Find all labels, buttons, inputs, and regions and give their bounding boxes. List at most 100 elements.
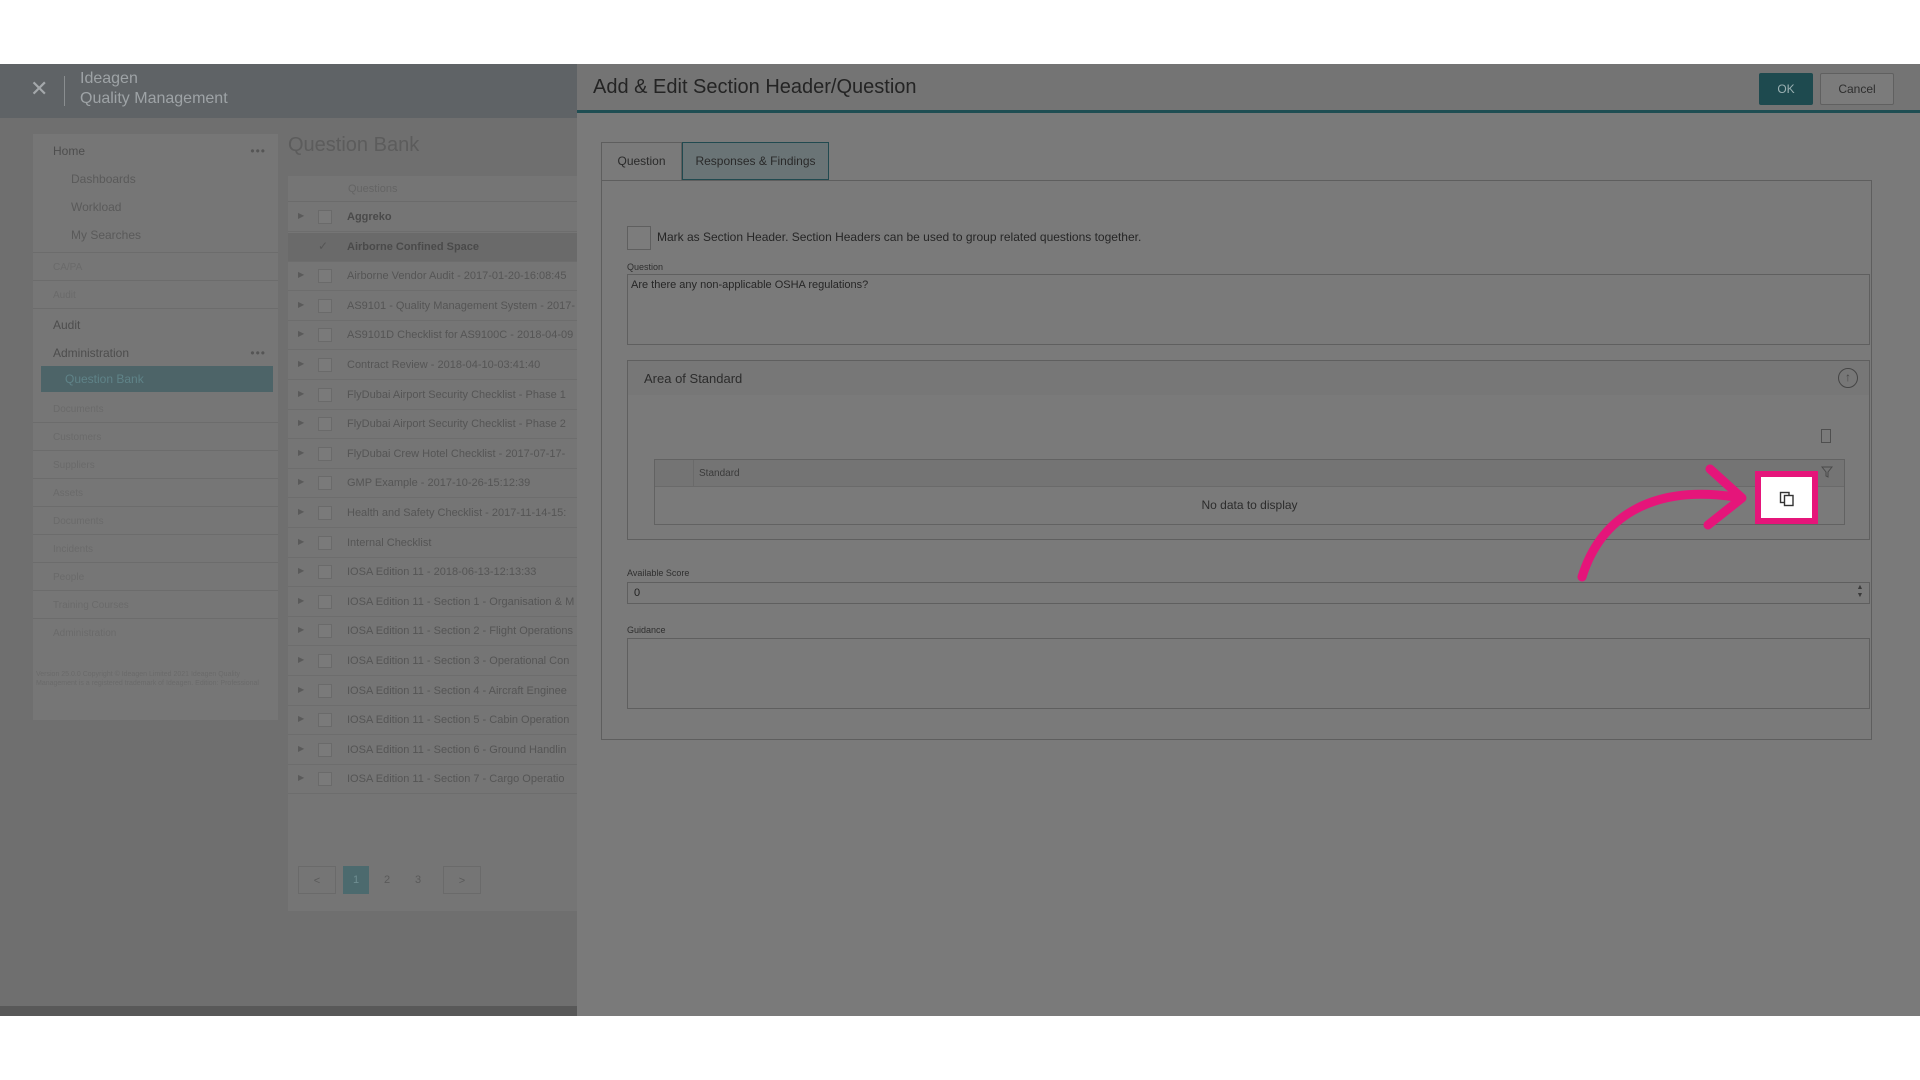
expand-icon[interactable]: ▶: [298, 596, 304, 605]
expand-icon[interactable]: ▶: [298, 270, 304, 279]
more-icon[interactable]: •••: [250, 346, 266, 360]
row-checkbox[interactable]: [318, 506, 332, 520]
table-row[interactable]: ▶ Health and Safety Checklist - 2017-11-1…: [288, 499, 577, 528]
row-checkbox[interactable]: [318, 683, 332, 698]
row-checkbox[interactable]: [318, 772, 332, 787]
table-row[interactable]: ▶ AS9101 - Quality Management System - 20…: [288, 292, 577, 321]
divider: [33, 422, 278, 423]
expand-icon[interactable]: ▶: [298, 744, 304, 753]
table-row[interactable]: ▶ FlyDubai Airport Security Checklist - P…: [288, 381, 577, 410]
expand-icon[interactable]: ▶: [298, 477, 304, 486]
row-checkbox[interactable]: [318, 417, 332, 432]
row-label: Aggreko: [347, 211, 392, 223]
question-textarea[interactable]: Are there any non-applicable OSHA regula…: [627, 274, 1870, 345]
table-row[interactable]: ▶ IOSA Edition 11 - Section 5 - Cabin Ope…: [288, 706, 577, 736]
section-header-checkbox[interactable]: [627, 226, 651, 250]
filter-icon[interactable]: [1821, 466, 1833, 478]
table-row[interactable]: ▶ Aggreko: [288, 203, 577, 232]
collapse-up-icon[interactable]: ↑: [1838, 368, 1858, 388]
copy-button-highlight[interactable]: [1755, 471, 1818, 524]
expand-icon[interactable]: ▶: [298, 566, 304, 575]
row-label: FlyDubai Crew Hotel Checklist - 2017-07-…: [347, 447, 566, 460]
row-checkbox[interactable]: [318, 269, 332, 284]
delete-icon[interactable]: [1821, 429, 1831, 443]
guidance-textarea[interactable]: [627, 638, 1870, 709]
expand-icon[interactable]: ▶: [298, 329, 304, 338]
divider: [33, 534, 278, 535]
table-row[interactable]: ▶ Airborne Vendor Audit - 2017-01-20-16:0…: [288, 262, 577, 292]
row-checkbox[interactable]: [318, 654, 332, 668]
row-checkbox[interactable]: [318, 210, 332, 224]
expand-icon[interactable]: ▶: [298, 359, 304, 368]
next-page-button[interactable]: >: [443, 866, 481, 894]
row-label: IOSA Edition 11 - Section 3 - Operationa…: [347, 655, 570, 667]
expand-icon[interactable]: ▶: [298, 507, 304, 516]
expand-icon[interactable]: ▶: [298, 389, 304, 398]
tab-question[interactable]: Question: [601, 142, 682, 180]
row-checkbox[interactable]: [318, 624, 332, 639]
cancel-button[interactable]: Cancel: [1820, 73, 1894, 105]
prev-page-button[interactable]: <: [298, 866, 336, 894]
screen: ✕ Ideagen Quality Management Home ••• Da…: [0, 64, 1920, 1016]
row-label: FlyDubai Airport Security Checklist - Ph…: [347, 388, 566, 401]
table-row[interactable]: ▶ Internal Checklist: [288, 529, 577, 558]
row-checkbox[interactable]: [318, 594, 332, 609]
table-row[interactable]: ▶ IOSA Edition 11 - Section 2 - Flight Op…: [288, 617, 577, 647]
row-checkbox[interactable]: [318, 476, 332, 491]
row-label: Airborne Vendor Audit - 2017-01-20-16:08…: [347, 270, 567, 283]
tab-responses-findings[interactable]: Responses & Findings: [682, 142, 829, 180]
question-label: Question: [627, 262, 664, 272]
row-checkbox[interactable]: [318, 358, 332, 372]
row-checkbox[interactable]: [318, 742, 332, 757]
standard-column-header[interactable]: Standard: [699, 468, 740, 479]
expand-icon[interactable]: ▶: [298, 300, 304, 309]
table-row[interactable]: ▶ FlyDubai Airport Security Checklist - P…: [288, 410, 577, 440]
expand-icon[interactable]: ▶: [298, 714, 304, 723]
table-header: Questions: [288, 176, 577, 202]
row-checkbox[interactable]: [318, 328, 332, 343]
row-checkbox[interactable]: [318, 713, 332, 728]
header-divider: [64, 76, 65, 106]
expand-icon[interactable]: ▶: [298, 537, 304, 546]
copy-icon[interactable]: [1779, 491, 1795, 507]
available-score-label: Available Score: [627, 568, 690, 578]
column-divider: [693, 460, 694, 487]
expand-icon[interactable]: ▶: [298, 448, 304, 457]
divider: [33, 562, 278, 563]
page-button[interactable]: 3: [405, 866, 431, 894]
table-row[interactable]: ▶ IOSA Edition 11 - Section 7 - Cargo Ope…: [288, 765, 577, 795]
row-label: Health and Safety Checklist - 2017-11-14…: [347, 507, 567, 519]
expand-icon[interactable]: ▶: [298, 655, 304, 664]
page-button[interactable]: 1: [343, 866, 369, 894]
table-row[interactable]: ▶ IOSA Edition 11 - 2018-06-13-12:13:33: [288, 558, 577, 588]
expand-icon[interactable]: ▶: [298, 625, 304, 634]
expand-icon[interactable]: ▶: [298, 211, 304, 220]
table-row[interactable]: ▶ FlyDubai Crew Hotel Checklist - 2017-07…: [288, 440, 577, 469]
row-checkbox[interactable]: [318, 298, 332, 313]
horizontal-scrollbar[interactable]: [0, 1006, 577, 1016]
close-icon[interactable]: ✕: [30, 76, 48, 102]
expand-icon[interactable]: ▶: [298, 773, 304, 782]
table-row[interactable]: ▶ IOSA Edition 11 - Section 1 - Organisat…: [288, 588, 577, 617]
ok-button[interactable]: OK: [1759, 73, 1813, 105]
page-button[interactable]: 2: [374, 866, 400, 894]
row-checkbox[interactable]: [318, 387, 332, 402]
table-row[interactable]: ✓ Airborne Confined Space: [288, 232, 577, 262]
table-row[interactable]: ▶ GMP Example - 2017-10-26-15:12:39: [288, 469, 577, 499]
spinner-icon[interactable]: ▲ ▼: [1855, 584, 1865, 602]
row-checkbox[interactable]: [318, 535, 332, 550]
table-row[interactable]: ▶ IOSA Edition 11 - Section 6 - Ground Ha…: [288, 736, 577, 765]
table-row[interactable]: ▶ AS9101D Checklist for AS9100C - 2018-04…: [288, 321, 577, 351]
table-row[interactable]: ▶ Contract Review - 2018-04-10-03:41:40: [288, 351, 577, 380]
row-checkbox[interactable]: [318, 565, 332, 580]
table-row[interactable]: ▶ IOSA Edition 11 - Section 3 - Operation…: [288, 647, 577, 676]
app-header: ✕ Ideagen Quality Management: [0, 64, 577, 118]
more-icon[interactable]: •••: [250, 144, 266, 158]
sidebar-item-question-bank[interactable]: Question Bank: [41, 366, 273, 392]
area-of-standard-header[interactable]: Area of Standard ↑: [628, 361, 1869, 395]
row-checkbox[interactable]: ✓: [318, 239, 332, 253]
expand-icon[interactable]: ▶: [298, 418, 304, 427]
expand-icon[interactable]: ▶: [298, 685, 304, 694]
row-checkbox[interactable]: [318, 446, 332, 461]
table-row[interactable]: ▶ IOSA Edition 11 - Section 4 - Aircraft …: [288, 677, 577, 706]
